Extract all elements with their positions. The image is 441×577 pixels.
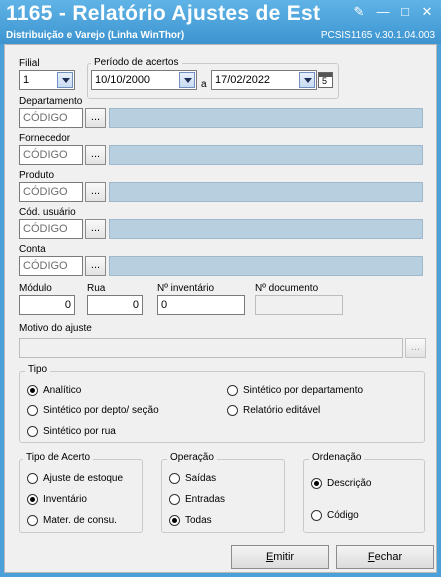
radio-dot: [27, 426, 38, 437]
ordenacao-descricao-radio[interactable]: Descrição: [311, 478, 371, 489]
radio-dot: [27, 405, 38, 416]
radio-label: Inventário: [43, 494, 87, 505]
fechar-label: echar: [374, 551, 403, 563]
acerto-inventario-radio[interactable]: Inventário: [27, 494, 87, 505]
tipo-acerto-title: Tipo de Acerto: [23, 452, 94, 463]
emitir-label: mitir: [273, 551, 295, 563]
radio-label: Descrição: [327, 478, 372, 489]
radio-label: Código: [327, 510, 359, 521]
ordenacao-codigo-radio[interactable]: Código: [311, 510, 359, 521]
fornecedor-label: Fornecedor: [19, 133, 71, 144]
radio-label: Mater. de consu.: [43, 515, 117, 526]
cod-usuario-code-field[interactable]: CÓDIGO: [19, 219, 83, 239]
radio-dot: [27, 473, 38, 484]
fechar-accelerator: F: [367, 551, 375, 563]
radio-label: Entradas: [185, 494, 226, 505]
filial-label: Filial: [19, 58, 40, 69]
inventario-field[interactable]: 0: [157, 295, 245, 315]
fornecedor-search-button[interactable]: ...: [85, 145, 106, 165]
operacao-saidas-radio[interactable]: Saídas: [169, 473, 216, 484]
radio-dot: [169, 473, 180, 484]
tipo-relatorio-editavel-radio[interactable]: Relatório editável: [227, 405, 320, 416]
radio-dot: [169, 515, 180, 526]
radio-label: Analítico: [43, 385, 82, 396]
departamento-code-field[interactable]: CÓDIGO: [19, 108, 83, 128]
window-title: 1165 - Relatório Ajustes de Est: [6, 2, 321, 25]
radio-dot: [227, 385, 238, 396]
radio-label: Ajuste de estoque: [43, 473, 124, 484]
periodo-start-dropdown-icon[interactable]: [179, 72, 195, 88]
rua-label: Rua: [87, 283, 106, 294]
fechar-button[interactable]: Fechar: [336, 545, 434, 569]
periodo-label: Período de acertos: [91, 57, 182, 68]
conta-label: Conta: [19, 244, 46, 255]
minimize-icon[interactable]: —: [374, 4, 392, 20]
cod-usuario-search-button[interactable]: ...: [85, 219, 106, 239]
inventario-label: Nº inventário: [157, 283, 215, 294]
radio-dot: [169, 494, 180, 505]
pin-icon[interactable]: ✎: [350, 4, 368, 20]
rua-field[interactable]: 0: [87, 295, 143, 315]
tipo-sintetico-depto-secao-radio[interactable]: Sintético por depto/ seção: [27, 405, 159, 416]
radio-label: Sintético por departamento: [243, 385, 364, 396]
tipo-sintetico-rua-radio[interactable]: Sintético por rua: [27, 426, 116, 437]
periodo-end-dropdown-icon[interactable]: [299, 72, 315, 88]
close-icon[interactable]: ✕: [418, 4, 436, 20]
modulo-label: Módulo: [19, 283, 52, 294]
produto-search-button[interactable]: ...: [85, 182, 106, 202]
radio-dot: [27, 515, 38, 526]
radio-dot: [311, 478, 322, 489]
conta-search-button[interactable]: ...: [85, 256, 106, 276]
operacao-entradas-radio[interactable]: Entradas: [169, 494, 225, 505]
documento-label: Nº documento: [255, 283, 319, 294]
calendar-icon[interactable]: [318, 72, 333, 88]
acerto-mater-consu-radio[interactable]: Mater. de consu.: [27, 515, 117, 526]
window-subtitle: Distribuição e Varejo (Linha WinThor): [6, 30, 185, 41]
departamento-search-button[interactable]: ...: [85, 108, 106, 128]
filial-dropdown-icon[interactable]: [57, 72, 73, 88]
operacao-todas-radio[interactable]: Todas: [169, 515, 212, 526]
version-label: PCSIS1165 v.30.1.04.003: [320, 30, 435, 41]
produto-code-field[interactable]: CÓDIGO: [19, 182, 83, 202]
ordenacao-group: [303, 459, 425, 533]
documento-field[interactable]: [255, 295, 343, 315]
produto-description: [109, 182, 423, 202]
ordenacao-title: Ordenação: [309, 452, 365, 463]
departamento-description: [109, 108, 423, 128]
maximize-icon[interactable]: □: [396, 4, 414, 20]
radio-label: Sintético por rua: [43, 426, 116, 437]
radio-label: Sintético por depto/ seção: [43, 405, 159, 416]
radio-label: Todas: [185, 515, 212, 526]
title-bar: 1165 - Relatório Ajustes de Est ✎ — □ ✕ …: [0, 0, 441, 44]
form-body: Filial 1 Período de acertos 10/10/2000 a…: [4, 44, 437, 573]
radio-dot: [27, 385, 38, 396]
produto-label: Produto: [19, 170, 55, 181]
acerto-ajuste-estoque-radio[interactable]: Ajuste de estoque: [27, 473, 123, 484]
radio-label: Relatório editável: [243, 405, 321, 416]
conta-code-field[interactable]: CÓDIGO: [19, 256, 83, 276]
conta-description: [109, 256, 423, 276]
cod-usuario-label: Cód. usuário: [19, 207, 76, 218]
fornecedor-code-field[interactable]: CÓDIGO: [19, 145, 83, 165]
periodo-separator: a: [201, 79, 207, 90]
cod-usuario-description: [109, 219, 423, 239]
radio-label: Saídas: [185, 473, 217, 484]
tipo-sintetico-departamento-radio[interactable]: Sintético por departamento: [227, 385, 363, 396]
radio-dot: [311, 510, 322, 521]
motivo-label: Motivo do ajuste: [19, 323, 92, 334]
modulo-field[interactable]: 0: [19, 295, 75, 315]
operacao-title: Operação: [167, 452, 217, 463]
motivo-search-button[interactable]: ...: [405, 338, 426, 358]
tipo-analitico-radio[interactable]: Analítico: [27, 385, 81, 396]
radio-dot: [27, 494, 38, 505]
fornecedor-description: [109, 145, 423, 165]
departamento-label: Departamento: [19, 96, 83, 107]
radio-dot: [227, 405, 238, 416]
emitir-button[interactable]: Emitir: [231, 545, 329, 569]
tipo-title: Tipo: [25, 364, 51, 375]
motivo-field[interactable]: [19, 338, 403, 358]
